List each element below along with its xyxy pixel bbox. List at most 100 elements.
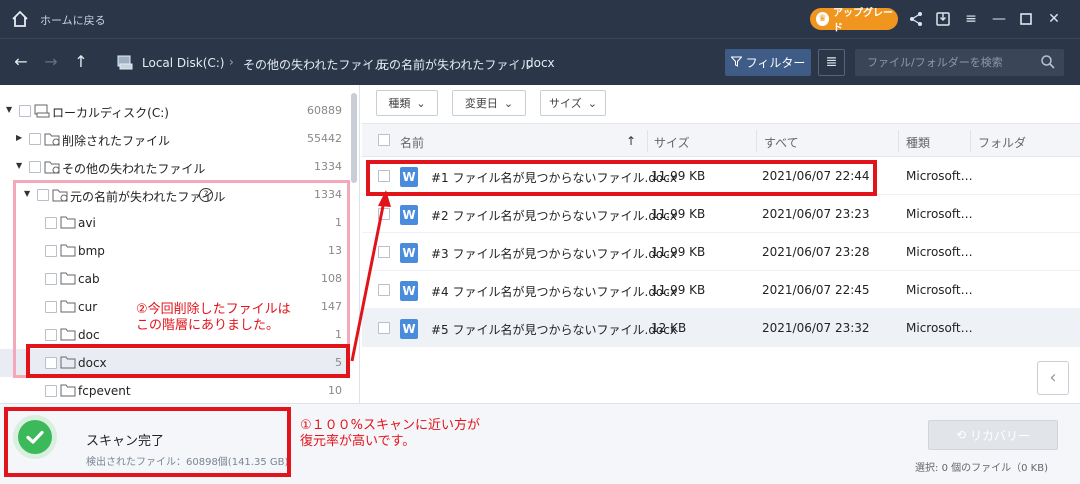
select-all-checkbox[interactable]: [378, 134, 390, 146]
tree-item-count: 10: [328, 384, 342, 397]
file-name: #5 ファイル名が見つからないファイル.docx: [431, 323, 677, 337]
caret-down-icon[interactable]: ▼: [6, 105, 16, 115]
checkbox[interactable]: [45, 385, 57, 397]
disk-icon: [116, 53, 134, 71]
forward-arrow-icon[interactable]: →: [40, 51, 62, 73]
annotation-note-1-line1: ①１００%スキャンに近い方が: [300, 418, 481, 433]
chevron-down-icon: ⌄: [587, 96, 597, 110]
checkbox[interactable]: [29, 133, 41, 145]
file-kind: Microsoft…: [906, 283, 973, 297]
home-icon[interactable]: [10, 9, 30, 29]
file-row[interactable]: W #3 ファイル名が見つからないファイル.docx 11.99 KB 2021…: [362, 233, 1080, 271]
file-row[interactable]: W #2 ファイル名が見つからないファイル.docx 11.99 KB 2021…: [362, 195, 1080, 233]
menu-icon[interactable]: ≡: [961, 9, 981, 29]
minimize-icon[interactable]: —: [989, 9, 1009, 29]
filter-modified-dropdown[interactable]: 変更日 ⌄: [452, 90, 526, 116]
filter-button[interactable]: フィルター: [725, 49, 811, 76]
word-file-icon: W: [400, 319, 418, 339]
column-separator: [898, 130, 899, 152]
word-file-icon: W: [400, 243, 418, 263]
word-file-icon: W: [400, 205, 418, 225]
filter-label: フィルター: [745, 56, 806, 70]
list-view-button[interactable]: ≣: [818, 49, 845, 76]
column-kind[interactable]: 種類: [906, 134, 930, 151]
file-date: 2021/06/07 23:32: [762, 321, 870, 335]
title-bar: ホームに戻る ♛ アップグレード ≡ — ✕: [0, 0, 1080, 38]
file-list-header: 名前 ↑ サイズ すべて 種類 フォルダ: [362, 123, 1080, 157]
file-date: 2021/06/07 22:45: [762, 283, 870, 297]
breadcrumb-docx[interactable]: docx: [526, 56, 555, 70]
annotation-note-2-line1: ②今回削除したファイルは: [136, 302, 291, 317]
recover-button[interactable]: ⟲ リカバリー: [928, 420, 1058, 450]
filter-type-label: 種類: [388, 97, 411, 110]
filter-type-dropdown[interactable]: 種類 ⌄: [376, 90, 438, 116]
crown-icon: ♛: [816, 12, 829, 26]
column-name[interactable]: 名前: [400, 134, 424, 151]
tree-item-label: fcpevent: [78, 384, 131, 398]
annotation-note-2: ②今回削除したファイルは この階層にありました。: [136, 302, 291, 334]
upgrade-label: アップグレード: [833, 8, 893, 34]
close-icon[interactable]: ✕: [1044, 9, 1064, 29]
tree-item-label: その他の失われたファイル: [62, 162, 206, 176]
column-separator: [970, 130, 971, 152]
tree-item-local-disk[interactable]: ▼ ローカルディスク(C:) 60889: [0, 97, 350, 125]
file-name: #2 ファイル名が見つからないファイル.docx: [431, 209, 677, 223]
collapse-panel-button[interactable]: ‹: [1037, 361, 1069, 395]
filter-size-label: サイズ: [549, 97, 582, 110]
folder-icon: [60, 384, 76, 397]
search-box: [855, 49, 1064, 76]
file-size: 12 KB: [651, 321, 687, 335]
breadcrumb-disk[interactable]: Local Disk(C:): [142, 56, 224, 70]
tree-item-label: ローカルディスク(C:): [52, 106, 169, 120]
annotation-note-1-line2: 復元率が高いです。: [300, 434, 416, 449]
word-file-icon: W: [400, 281, 418, 301]
checkbox[interactable]: [29, 161, 41, 173]
share-icon[interactable]: [906, 9, 926, 29]
annotation-highlight-scan-status: [4, 407, 291, 477]
sort-up-icon[interactable]: ↑: [626, 134, 636, 148]
chevron-down-icon: ⌄: [416, 96, 426, 110]
file-kind: Microsoft…: [906, 169, 973, 183]
file-size: 11.99 KB: [651, 245, 706, 259]
upgrade-button[interactable]: ♛ アップグレード: [810, 8, 898, 34]
tree-scrollbar[interactable]: [351, 93, 357, 183]
maximize-icon[interactable]: [1016, 9, 1036, 29]
column-folder[interactable]: フォルダ: [978, 134, 1026, 151]
column-size[interactable]: サイズ: [654, 134, 690, 151]
file-row[interactable]: W #4 ファイル名が見つからないファイル.docx 11.99 KB 2021…: [362, 271, 1080, 309]
navigation-bar: ← → ↑ Local Disk(C:) › その他の失われたファイル › 元の…: [0, 38, 1080, 85]
breadcrumb-name-lost[interactable]: 元の名前が失われたファイル: [377, 56, 532, 73]
caret-down-icon[interactable]: ▼: [16, 161, 26, 171]
column-separator: [647, 130, 648, 152]
file-name: #4 ファイル名が見つからないファイル.docx: [431, 285, 677, 299]
deleted-folder-icon: [44, 132, 60, 146]
checkbox[interactable]: [19, 105, 31, 117]
chevron-down-icon: ⌄: [503, 96, 514, 110]
recover-icon: ⟲: [955, 428, 967, 442]
filter-chips: 種類 ⌄ 変更日 ⌄ サイズ ⌄: [362, 85, 1080, 123]
checkbox[interactable]: [378, 246, 390, 258]
up-arrow-icon[interactable]: ↑: [70, 51, 92, 73]
column-separator: [756, 130, 757, 152]
tree-item-fcpevent[interactable]: fcpevent 10: [0, 377, 350, 403]
tree-item-other-lost[interactable]: ▼ その他の失われたファイル 1334: [0, 153, 350, 181]
checkbox[interactable]: [378, 322, 390, 334]
file-kind: Microsoft…: [906, 321, 973, 335]
annotation-highlight-docx: [26, 344, 350, 378]
column-all[interactable]: すべて: [764, 134, 799, 151]
tree-item-count: 60889: [307, 104, 342, 117]
breadcrumb-separator: ›: [229, 55, 234, 69]
search-icon[interactable]: [1040, 54, 1056, 70]
file-date: 2021/06/07 23:28: [762, 245, 870, 259]
feedback-icon[interactable]: [933, 9, 953, 29]
filter-size-dropdown[interactable]: サイズ ⌄: [540, 90, 606, 116]
tree-item-deleted[interactable]: ▶ 削除されたファイル 55442: [0, 125, 350, 153]
back-arrow-icon[interactable]: ←: [10, 51, 32, 73]
caret-right-icon[interactable]: ▶: [16, 133, 26, 143]
search-input[interactable]: [855, 49, 1035, 76]
home-label[interactable]: ホームに戻る: [40, 12, 106, 28]
checkbox[interactable]: [378, 208, 390, 220]
file-row[interactable]: W #5 ファイル名が見つからないファイル.docx 12 KB 2021/06…: [362, 309, 1080, 347]
checkbox[interactable]: [378, 284, 390, 296]
file-date: 2021/06/07 23:23: [762, 207, 870, 221]
